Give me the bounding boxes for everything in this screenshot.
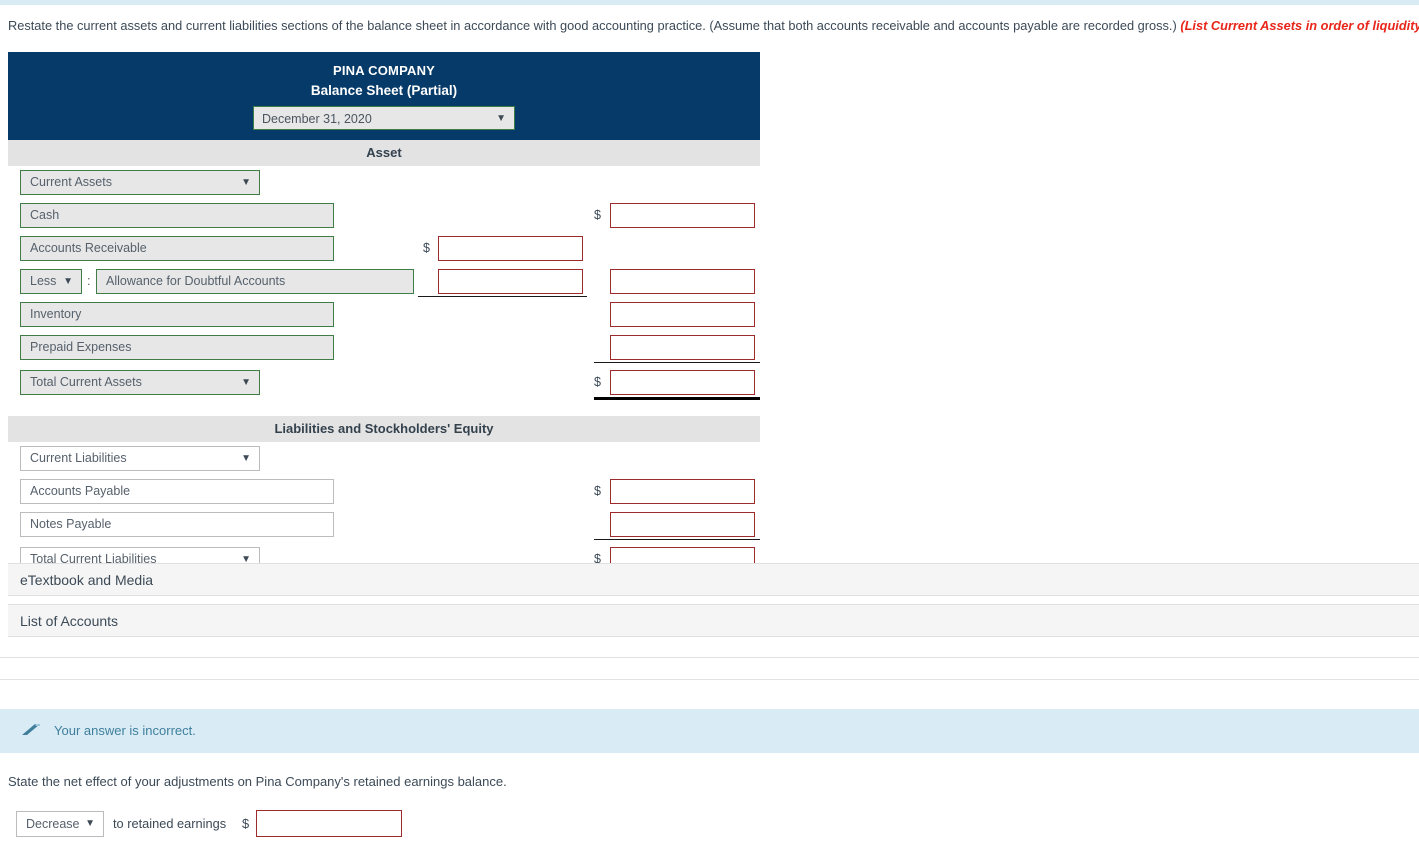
- list-of-accounts-label: List of Accounts: [20, 613, 119, 629]
- instruction-main: Restate the current assets and current l…: [8, 18, 1177, 33]
- prepaid-expenses-label-field[interactable]: Prepaid Expenses: [20, 334, 334, 360]
- total-current-assets-value: Total Current Assets: [30, 374, 142, 389]
- accounts-receivable-net-amount-input[interactable]: [610, 268, 755, 294]
- divider-upper: [0, 657, 1419, 658]
- current-assets-section-select[interactable]: Current Assets ▼: [20, 169, 260, 195]
- eraser-icon: [22, 723, 40, 737]
- inventory-label-value: Inventory: [30, 306, 82, 321]
- chevron-down-icon: ▼: [241, 176, 251, 188]
- current-liabilities-section-select[interactable]: Current Liabilities ▼: [20, 445, 260, 471]
- subtotal-rule-receivables: [418, 295, 587, 297]
- company-name: PINA COMPANY: [332, 63, 436, 78]
- inventory-amount-input[interactable]: [610, 301, 755, 327]
- liabilities-section-band: Liabilities and Stockholders' Equity: [8, 415, 760, 442]
- accounts-receivable-amount-input[interactable]: [438, 235, 583, 261]
- direction-select[interactable]: Decrease ▼: [16, 811, 104, 837]
- asset-section-band: Asset: [8, 139, 760, 166]
- sheet-title: Balance Sheet (Partial): [310, 82, 458, 98]
- answer-status-text: Your answer is incorrect.: [54, 723, 196, 738]
- allowance-amount-input[interactable]: [438, 268, 583, 294]
- dollar-sign-ar: $: [423, 240, 430, 255]
- total-current-assets-select[interactable]: Total Current Assets ▼: [20, 369, 260, 395]
- prepaid-expenses-amount-input[interactable]: [610, 334, 755, 360]
- chevron-down-icon: ▼: [241, 452, 251, 464]
- divider-lower: [0, 679, 1419, 680]
- direction-select-value: Decrease: [26, 817, 80, 831]
- etextbook-and-media-label: eTextbook and Media: [20, 572, 154, 588]
- accounts-payable-label-field[interactable]: Accounts Payable: [20, 478, 334, 504]
- sheet-header: PINA COMPANY Balance Sheet (Partial) Dec…: [8, 52, 760, 140]
- instruction-text: Restate the current assets and current l…: [0, 5, 1419, 34]
- etextbook-and-media-accordion[interactable]: eTextbook and Media: [8, 563, 1419, 596]
- accounts-payable-label-value: Accounts Payable: [30, 483, 131, 498]
- date-select[interactable]: December 31, 2020 ▼: [253, 105, 515, 130]
- less-colon: :: [87, 273, 91, 288]
- inventory-label-field[interactable]: Inventory: [20, 301, 334, 327]
- current-liabilities-section-value: Current Liabilities: [30, 450, 127, 465]
- cash-label-field[interactable]: Cash: [20, 202, 334, 228]
- chevron-down-icon: ▼: [63, 275, 73, 287]
- total-current-assets-amount-input[interactable]: [610, 369, 755, 395]
- instruction-hint: (List Current Assets in order of liquidi…: [1180, 18, 1419, 33]
- answer-status-alert: Your answer is incorrect.: [0, 709, 1419, 753]
- list-of-accounts-accordion[interactable]: List of Accounts: [8, 604, 1419, 637]
- accounts-receivable-label-field[interactable]: Accounts Receivable: [20, 235, 334, 261]
- dollar-sign-retained-earnings: $: [242, 816, 250, 831]
- current-assets-section-value: Current Assets: [30, 174, 112, 189]
- subtotal-rule-current-liabilities: [594, 538, 760, 540]
- allowance-label-value: Allowance for Doubtful Accounts: [106, 273, 286, 288]
- chevron-down-icon: ▼: [85, 818, 95, 829]
- date-select-value: December 31, 2020: [262, 111, 372, 126]
- less-operator-select[interactable]: Less ▼: [20, 268, 82, 294]
- dollar-sign-total-assets: $: [594, 374, 601, 389]
- notes-payable-label-field[interactable]: Notes Payable: [20, 511, 334, 537]
- allowance-label-field[interactable]: Allowance for Doubtful Accounts: [96, 268, 414, 294]
- notes-payable-label-value: Notes Payable: [30, 516, 112, 531]
- retained-earnings-amount-input[interactable]: [256, 810, 402, 837]
- prepaid-expenses-label-value: Prepaid Expenses: [30, 339, 132, 354]
- cash-label-value: Cash: [30, 207, 60, 222]
- accounts-payable-amount-input[interactable]: [610, 478, 755, 504]
- dollar-sign-cash: $: [594, 207, 601, 222]
- balance-sheet-form: PINA COMPANY Balance Sheet (Partial) Dec…: [8, 52, 760, 592]
- cash-amount-input[interactable]: [610, 202, 755, 228]
- chevron-down-icon: ▼: [496, 112, 506, 124]
- dollar-sign-ap: $: [594, 483, 601, 498]
- accounts-receivable-label-value: Accounts Receivable: [30, 240, 147, 255]
- retained-earnings-prompt: State the net effect of your adjustments…: [8, 774, 507, 789]
- less-operator-value: Less: [30, 273, 57, 288]
- subtotal-rule-current-assets: [594, 361, 760, 363]
- to-retained-earnings-label: to retained earnings: [113, 816, 227, 831]
- chevron-down-icon: ▼: [241, 376, 251, 388]
- total-rule-current-assets: [594, 396, 760, 400]
- notes-payable-amount-input[interactable]: [610, 511, 755, 537]
- asset-rows: Current Assets ▼ Cash $ Accounts Receiva…: [8, 166, 760, 416]
